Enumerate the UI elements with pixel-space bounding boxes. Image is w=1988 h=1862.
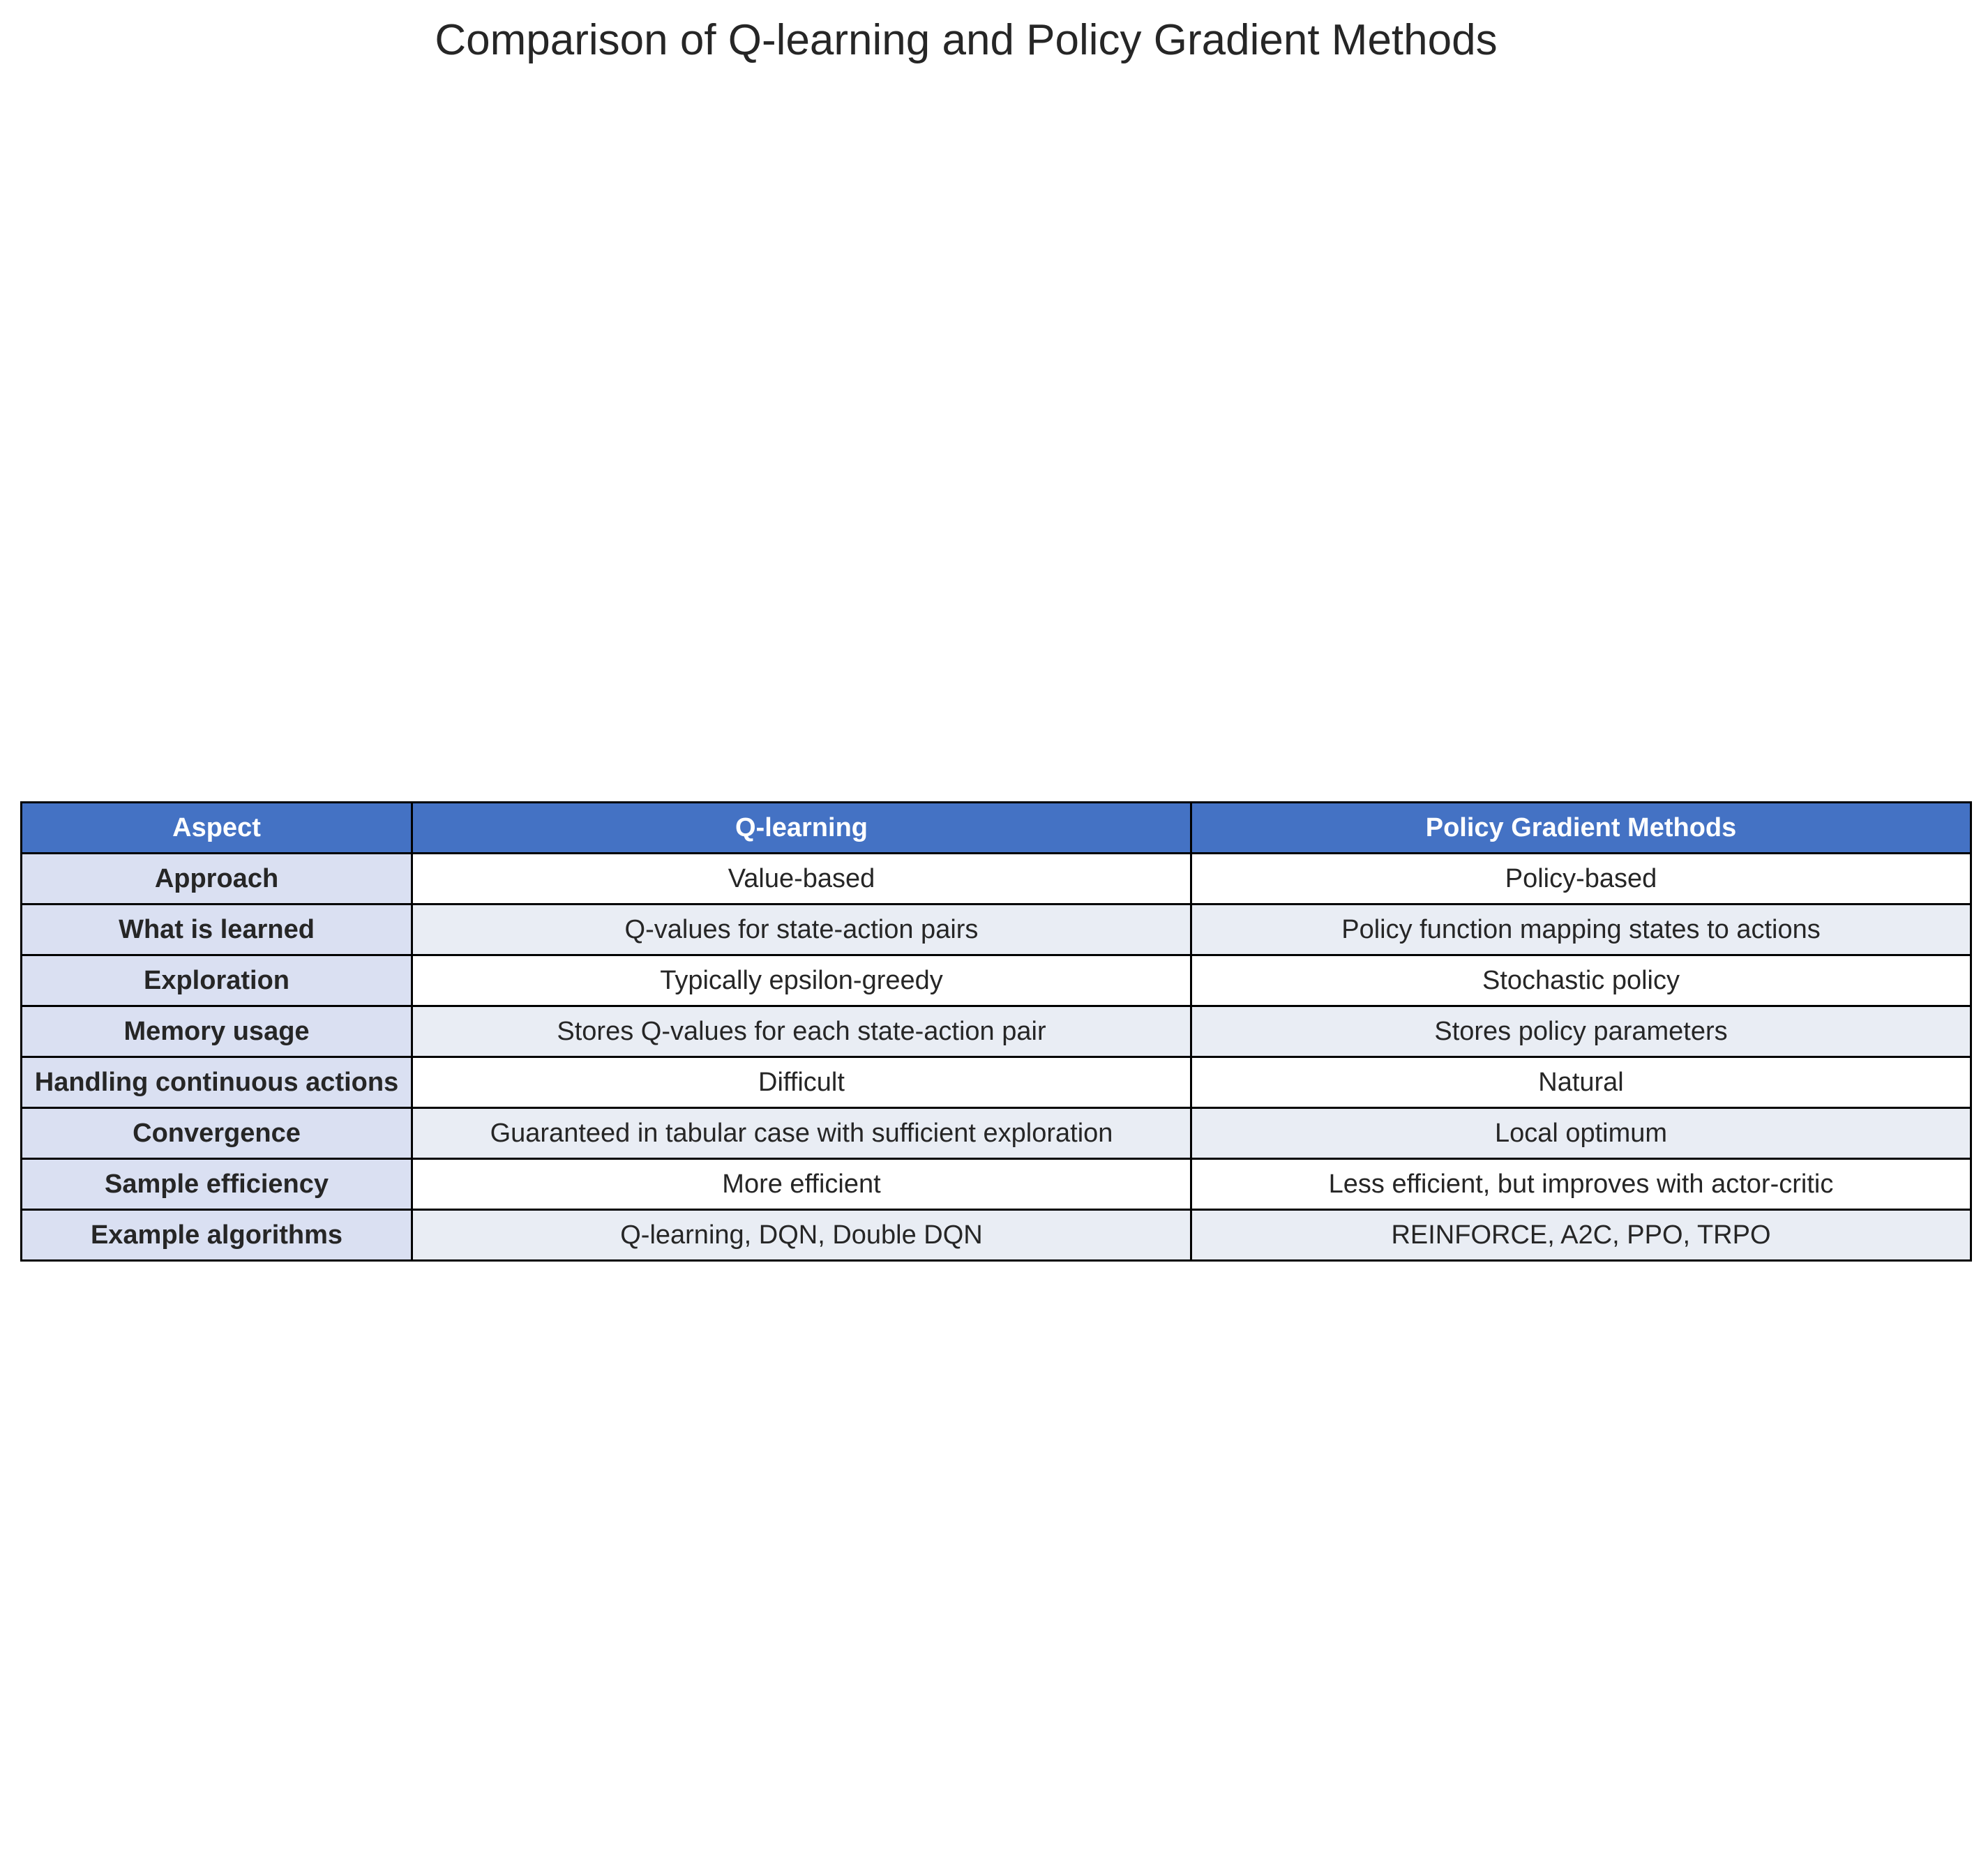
q-learning-cell: Q-learning, DQN, Double DQN bbox=[411, 1209, 1192, 1262]
q-learning-cell: More efficient bbox=[411, 1158, 1192, 1211]
table-row: Memory usage Stores Q-values for each sta… bbox=[20, 1005, 1972, 1058]
row-label-cell: What is learned bbox=[20, 903, 413, 956]
q-learning-cell: Difficult bbox=[411, 1056, 1192, 1109]
policy-gradient-cell: Stochastic policy bbox=[1190, 954, 1972, 1007]
policy-gradient-cell: Less efficient, but improves with actor-… bbox=[1190, 1158, 1972, 1211]
header-cell-q-learning: Q-learning bbox=[411, 801, 1192, 854]
q-learning-cell: Stores Q-values for each state-action pa… bbox=[411, 1005, 1192, 1058]
policy-gradient-cell: Natural bbox=[1190, 1056, 1972, 1109]
row-label-cell: Memory usage bbox=[20, 1005, 413, 1058]
header-cell-policy-gradient: Policy Gradient Methods bbox=[1190, 801, 1972, 854]
row-label-cell: Handling continuous actions bbox=[20, 1056, 413, 1109]
row-label-cell: Convergence bbox=[20, 1107, 413, 1160]
row-label-cell: Approach bbox=[20, 852, 413, 905]
table-row: Approach Value-based Policy-based bbox=[20, 852, 1972, 905]
chart-title: Comparison of Q-learning and Policy Grad… bbox=[435, 16, 1498, 64]
table-row: Sample efficiency More efficient Less effi… bbox=[20, 1158, 1972, 1211]
policy-gradient-cell: Stores policy parameters bbox=[1190, 1005, 1972, 1058]
table-row: What is learned Q-values for state-action… bbox=[20, 903, 1972, 956]
comparison-table-container: Aspect Q-learning Policy Gradient Method… bbox=[20, 801, 1972, 1262]
policy-gradient-cell: REINFORCE, A2C, PPO, TRPO bbox=[1190, 1209, 1972, 1262]
comparison-table: Aspect Q-learning Policy Gradient Method… bbox=[20, 801, 1972, 1262]
header-row: Aspect Q-learning Policy Gradient Method… bbox=[20, 801, 1972, 854]
q-learning-cell: Value-based bbox=[411, 852, 1192, 905]
table-body: Approach Value-based Policy-based What is l… bbox=[20, 852, 1972, 1262]
policy-gradient-cell: Policy-based bbox=[1190, 852, 1972, 905]
table-row: Handling continuous actions Difficult Natu… bbox=[20, 1056, 1972, 1109]
table-row: Exploration Typically epsilon-greedy Stoch… bbox=[20, 954, 1972, 1007]
q-learning-cell: Typically epsilon-greedy bbox=[411, 954, 1192, 1007]
row-label-cell: Exploration bbox=[20, 954, 413, 1007]
policy-gradient-cell: Policy function mapping states to action… bbox=[1190, 903, 1972, 956]
q-learning-cell: Guaranteed in tabular case with sufficie… bbox=[411, 1107, 1192, 1160]
row-label-cell: Example algorithms bbox=[20, 1209, 413, 1262]
q-learning-cell: Q-values for state-action pairs bbox=[411, 903, 1192, 956]
policy-gradient-cell: Local optimum bbox=[1190, 1107, 1972, 1160]
header-cell-aspect: Aspect bbox=[20, 801, 413, 854]
table-row: Convergence Guaranteed in tabular case wi… bbox=[20, 1107, 1972, 1160]
table-row: Example algorithms Q-learning, DQN, Doubl… bbox=[20, 1209, 1972, 1262]
row-label-cell: Sample efficiency bbox=[20, 1158, 413, 1211]
